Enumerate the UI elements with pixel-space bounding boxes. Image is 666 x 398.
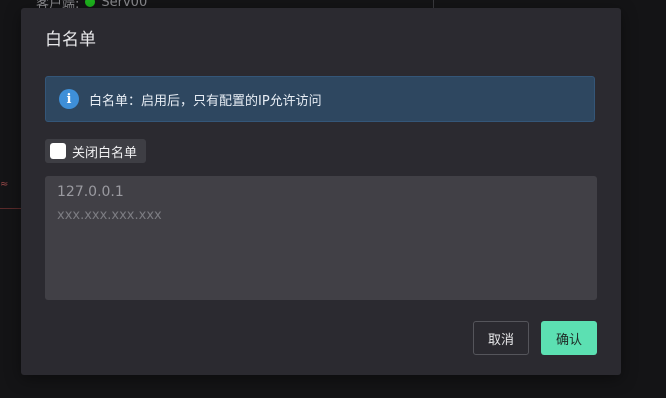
- disable-whitelist-checkbox[interactable]: [50, 143, 66, 159]
- whitelist-textarea-value: 127.0.0.1: [57, 184, 124, 200]
- whitelist-dialog: 白名单 i 白名单：启用后，只有配置的IP允许访问 关闭白名单 127.0.0.…: [21, 8, 621, 375]
- disable-whitelist-label: 关闭白名单: [72, 145, 138, 161]
- dialog-title: 白名单: [45, 30, 96, 50]
- info-alert: i 白名单：启用后，只有配置的IP允许访问: [45, 76, 595, 122]
- cancel-button[interactable]: 取消: [473, 321, 529, 355]
- background-edge-line: [0, 208, 21, 209]
- alert-text: 白名单：启用后，只有配置的IP允许访问: [89, 93, 322, 109]
- whitelist-textarea[interactable]: 127.0.0.1 xxx.xxx.xxx.xxx: [45, 176, 597, 300]
- confirm-button[interactable]: 确认: [541, 321, 597, 355]
- background-divider: [433, 0, 434, 8]
- whitelist-textarea-placeholder: xxx.xxx.xxx.xxx: [57, 208, 162, 223]
- info-icon: i: [59, 89, 79, 109]
- status-dot-icon: [85, 0, 96, 7]
- background-edge-mark: ≈: [0, 179, 9, 190]
- disable-whitelist-toggle[interactable]: 关闭白名单: [45, 139, 147, 163]
